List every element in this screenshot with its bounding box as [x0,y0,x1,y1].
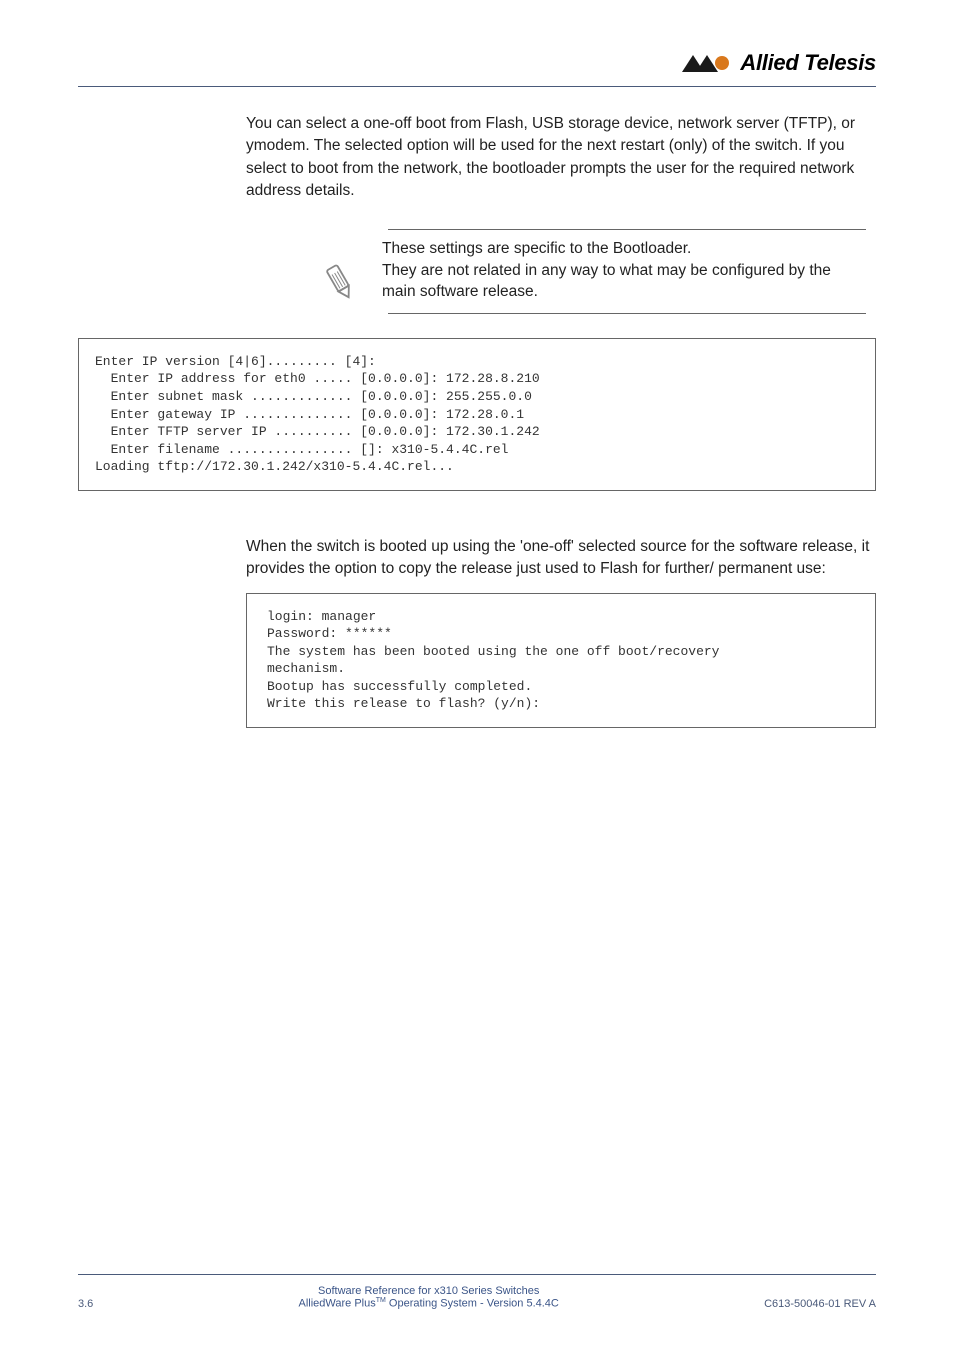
page-header: Allied Telesis [78,50,876,87]
note-line-1: These settings are specific to the Bootl… [382,238,866,260]
note-icon [318,257,364,303]
code-block-1: Enter IP version [4|6]......... [4]: Ent… [78,338,876,491]
logo-icon [682,53,734,73]
paragraph-1: You can select a one-off boot from Flash… [246,113,876,203]
note-line-2: They are not related in any way to what … [382,260,866,303]
code-block-2: login: manager Password: ****** The syst… [246,593,876,728]
logo-text: Allied Telesis [740,50,876,76]
footer-title-2: AlliedWare PlusTM Operating System - Ver… [93,1297,764,1310]
footer-page-number: 3.6 [78,1298,93,1310]
page-footer: 3.6 Software Reference for x310 Series S… [78,1274,876,1310]
logo: Allied Telesis [682,50,876,76]
note-block: These settings are specific to the Bootl… [318,229,866,314]
footer-revision: C613-50046-01 REV A [764,1298,876,1310]
footer-title-1: Software Reference for x310 Series Switc… [93,1285,764,1297]
paragraph-2: When the switch is booted up using the '… [246,536,876,581]
